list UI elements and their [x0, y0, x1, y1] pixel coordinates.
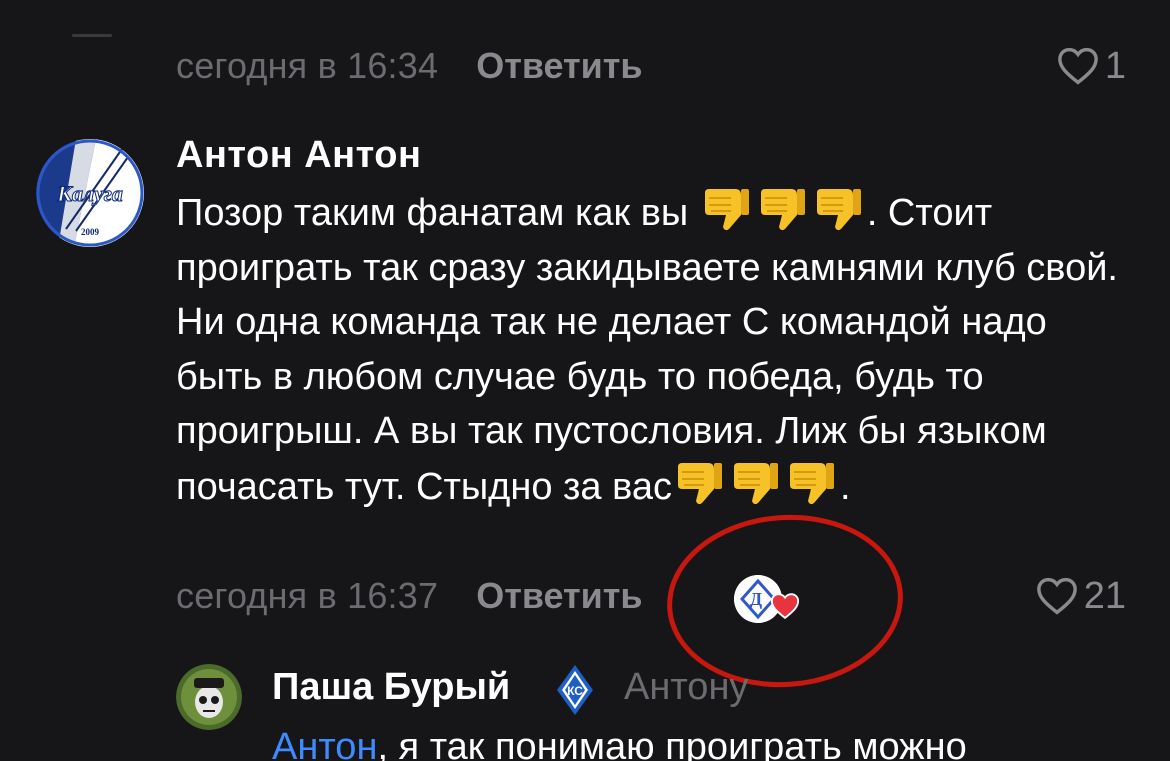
- like-button[interactable]: 1: [1057, 44, 1126, 88]
- thumbs-down-emoji: [734, 462, 779, 504]
- comment-text-part: .: [840, 465, 851, 508]
- avatar-club-year: 2009: [81, 227, 100, 237]
- avatar[interactable]: [176, 664, 242, 730]
- avatar-club-name: Калуга: [56, 181, 123, 206]
- reply-button[interactable]: Ответить: [476, 575, 642, 617]
- thumbs-down-emoji: [816, 189, 861, 231]
- previous-comment-divider: [72, 34, 112, 37]
- thumbs-down-emoji: [678, 462, 723, 504]
- comment-text: Позор таким фанатам как вы . Стоит проиг…: [176, 185, 1126, 514]
- mention-link[interactable]: Антон: [272, 726, 377, 761]
- avatar[interactable]: Калуга 2009: [36, 139, 144, 247]
- svg-text:КС: КС: [567, 684, 583, 698]
- reply-recipient: Антону: [624, 666, 749, 708]
- comment-meta: сегодня в 16:37 Ответить 21: [176, 574, 1126, 618]
- comment-author[interactable]: Антон Антон: [176, 134, 421, 177]
- like-count: 1: [1104, 44, 1126, 87]
- reply-text-part: , я так понимаю проиграть можно: [377, 726, 967, 761]
- reply-text: Антон, я так понимаю проиграть можно: [272, 726, 967, 761]
- like-count: 21: [1083, 574, 1126, 617]
- like-button[interactable]: 21: [1036, 574, 1126, 618]
- comment-text-part: . Стоит проиграть так сразу закидываете …: [176, 192, 1118, 508]
- reply-button[interactable]: Ответить: [476, 45, 642, 87]
- krylia-sovetov-badge: КС: [557, 665, 593, 715]
- comment-timestamp: сегодня в 16:37: [176, 575, 439, 616]
- comment-timestamp: сегодня в 16:34: [176, 45, 439, 86]
- reply-author[interactable]: Паша Бурый: [272, 666, 510, 709]
- thumbs-down-emoji: [704, 189, 749, 231]
- comment-text-part: Позор таким фанатам как вы: [176, 192, 689, 234]
- thumbs-down-emoji: [760, 189, 805, 231]
- heart-outline-icon: [1057, 47, 1098, 85]
- previous-comment-meta: сегодня в 16:34 Ответить 1: [176, 44, 1126, 88]
- thumbs-down-emoji: [790, 462, 835, 504]
- heart-outline-icon: [1036, 577, 1077, 615]
